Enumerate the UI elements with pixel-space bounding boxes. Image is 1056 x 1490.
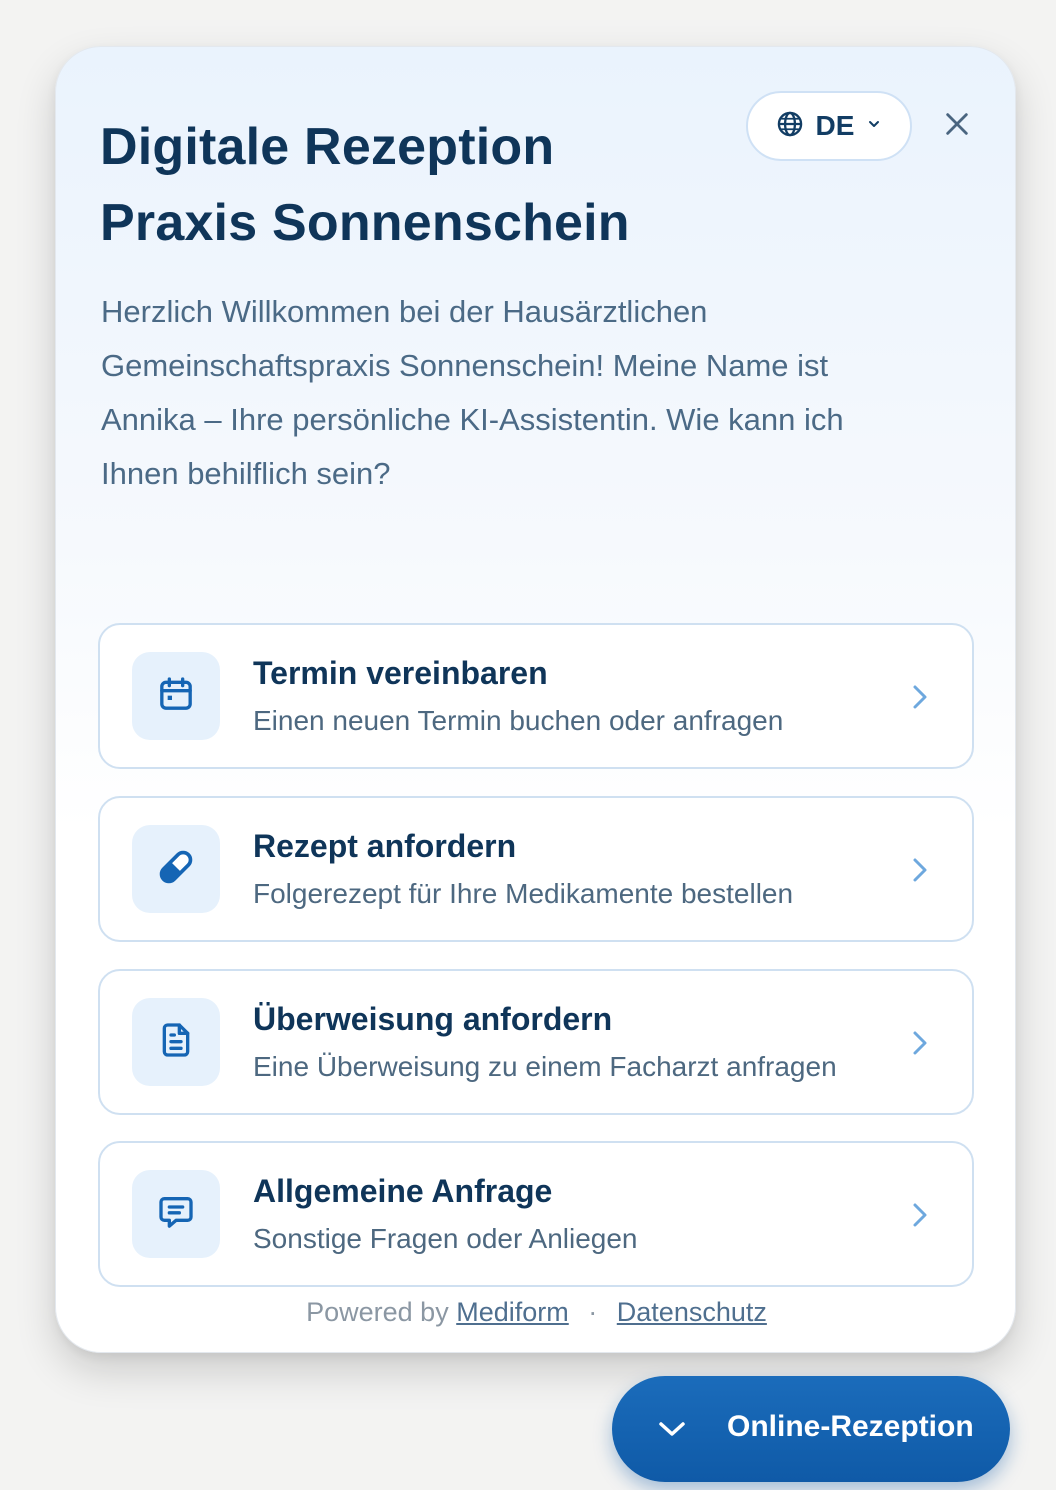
option-icon-box bbox=[132, 652, 220, 740]
chevron-down-icon bbox=[866, 116, 882, 137]
online-reception-toggle-button[interactable]: Online-Rezeption bbox=[612, 1376, 1010, 1482]
globe-icon bbox=[776, 110, 804, 143]
option-icon-box bbox=[132, 1170, 220, 1258]
chevron-down-icon bbox=[656, 1414, 688, 1444]
option-subtitle: Eine Überweisung zu einem Facharzt anfra… bbox=[253, 1051, 837, 1082]
mediform-link[interactable]: Mediform bbox=[456, 1297, 569, 1327]
chevron-right-icon bbox=[908, 1028, 932, 1058]
close-icon bbox=[943, 110, 971, 143]
option-subtitle: Einen neuen Termin buchen oder anfragen bbox=[253, 705, 784, 736]
footer-separator: · bbox=[588, 1297, 598, 1327]
widget-title: Digitale Rezeption Praxis Sonnenschein bbox=[100, 109, 630, 261]
option-general-inquiry[interactable]: Allgemeine Anfrage Sonstige Fragen oder … bbox=[98, 1141, 974, 1287]
document-icon bbox=[156, 1020, 196, 1065]
option-prescription[interactable]: Rezept anfordern Folgerezept für Ihre Me… bbox=[98, 796, 974, 942]
intro-message: Herzlich Willkommen bei der Hausärztlich… bbox=[101, 294, 844, 491]
privacy-link[interactable]: Datenschutz bbox=[617, 1297, 767, 1327]
calendar-icon bbox=[156, 674, 196, 719]
option-subtitle: Sonstige Fragen oder Anliegen bbox=[253, 1223, 638, 1254]
launcher-label: Online-Rezeption bbox=[727, 1410, 974, 1443]
option-title: Überweisung anfordern bbox=[253, 1001, 613, 1037]
option-icon-box bbox=[132, 998, 220, 1086]
reception-widget: Digitale Rezeption Praxis Sonnenschein D… bbox=[55, 46, 1016, 1353]
powered-by-text: Powered by bbox=[306, 1297, 449, 1327]
chevron-right-icon bbox=[908, 1200, 932, 1230]
title-line-2: Praxis Sonnenschein bbox=[100, 194, 630, 252]
chevron-right-icon bbox=[908, 855, 932, 885]
pill-icon bbox=[154, 845, 198, 894]
title-line-1: Digitale Rezeption bbox=[100, 118, 555, 176]
option-referral[interactable]: Überweisung anfordern Eine Überweisung z… bbox=[98, 969, 974, 1115]
option-title: Allgemeine Anfrage bbox=[253, 1173, 553, 1209]
footer: Powered by Mediform · Datenschutz bbox=[56, 1297, 1017, 1328]
language-selector[interactable]: DE bbox=[746, 91, 912, 161]
close-button[interactable] bbox=[934, 103, 980, 149]
option-title: Termin vereinbaren bbox=[253, 655, 548, 691]
chevron-right-icon bbox=[908, 682, 932, 712]
chat-icon bbox=[156, 1192, 196, 1237]
option-title: Rezept anfordern bbox=[253, 828, 517, 864]
option-appointment[interactable]: Termin vereinbaren Einen neuen Termin bu… bbox=[98, 623, 974, 769]
option-subtitle: Folgerezept für Ihre Medikamente bestell… bbox=[253, 878, 794, 909]
language-code: DE bbox=[815, 110, 855, 141]
option-icon-box bbox=[132, 825, 220, 913]
